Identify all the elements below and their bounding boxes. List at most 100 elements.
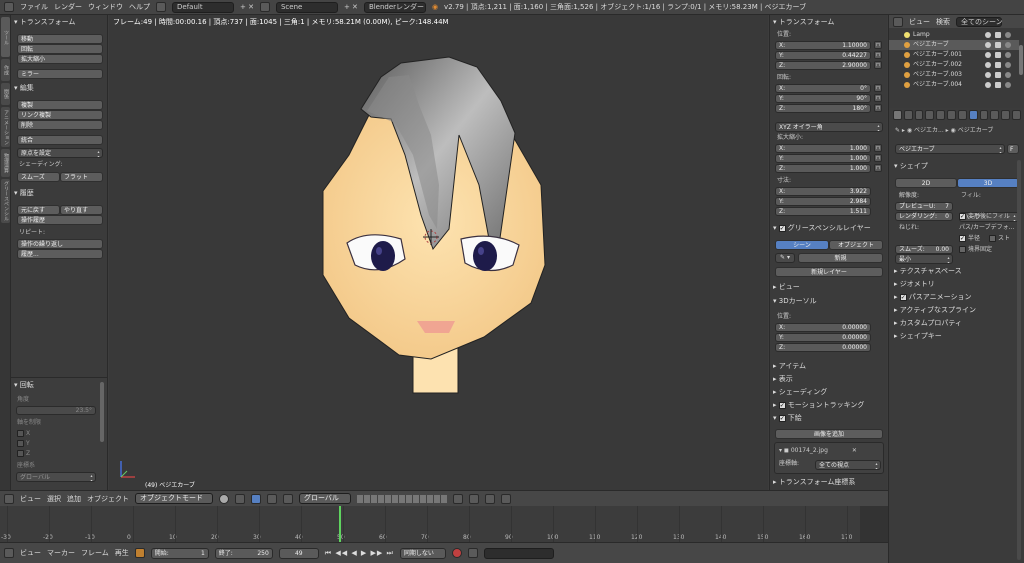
marker-menu[interactable]: マーカー — [47, 548, 75, 558]
undo-history-button[interactable]: 操作履歴 — [17, 215, 103, 225]
lock-icon[interactable]: ⊓ — [874, 104, 882, 112]
timeline-playhead[interactable] — [338, 506, 341, 542]
panel-header-1[interactable]: ▸ ジオメトリ — [891, 278, 1021, 291]
angle-field[interactable]: 23.5° — [16, 406, 96, 415]
cursor-y-field[interactable]: Y: 0.00000 — [775, 333, 871, 342]
stretch-checkbox[interactable]: スト — [989, 234, 1010, 244]
playback-menu[interactable]: 再生 — [115, 548, 129, 558]
transform-orientation-header[interactable]: ▸ トランスフォーム座標系 — [770, 476, 855, 488]
menu-render[interactable]: レンダー — [54, 2, 82, 12]
mirror-button[interactable]: ミラー — [17, 69, 103, 79]
3d-cursor-panel-header[interactable]: ▾ 3Dカーソル — [770, 295, 817, 307]
playback-controls-icon[interactable]: ⏮ ◀◀ ◀ ▶ ▶▶ ⏭ — [325, 549, 394, 558]
render-camera-icon[interactable] — [1005, 52, 1011, 58]
twist-method-dropdown[interactable]: 最小 — [895, 254, 953, 264]
shape-panel-header[interactable]: ▾ シェイプ — [891, 160, 928, 172]
view-panel-header[interactable]: ▸ ビュー — [770, 281, 800, 293]
constraints-tab-icon[interactable] — [947, 110, 956, 120]
3d-viewport[interactable]: フレーム:49 | 時間:00:00.16 | 頂点:737 | 面:1045 … — [109, 15, 768, 490]
render-preview-icon[interactable] — [501, 493, 511, 504]
lock-icon[interactable]: ⊓ — [874, 94, 882, 102]
scale-button[interactable]: 拡大縮小 — [17, 54, 103, 64]
panel-header-2[interactable]: ▸ ✓ パスアニメーション — [891, 291, 1021, 304]
selectability-arrow-icon[interactable] — [995, 42, 1001, 48]
translate-manipulator-icon[interactable] — [267, 493, 277, 504]
selectability-arrow-icon[interactable] — [995, 82, 1001, 88]
add-image-button[interactable]: 画像を追加 — [775, 429, 883, 439]
bounds-clamp-checkbox[interactable]: 境界固定 — [959, 245, 992, 255]
viewport-shading-icon[interactable] — [219, 493, 229, 504]
current-frame-field[interactable]: 49 — [278, 547, 319, 559]
tab-create[interactable]: 作成 — [1, 59, 10, 81]
layout-add-icon[interactable]: + ✕ — [240, 3, 254, 11]
render-camera-icon[interactable] — [1005, 82, 1011, 88]
outliner-filter-dropdown[interactable]: 全てのシーン — [956, 16, 1003, 27]
item-panel-header[interactable]: ▸ アイテム — [770, 360, 806, 372]
manipulator-icon[interactable] — [251, 493, 261, 504]
preview-resolution-field[interactable]: プレビューU: 7 — [895, 202, 953, 211]
physics-tab-icon[interactable] — [1012, 110, 1021, 120]
repeat-last-button[interactable]: 操作の繰り返し — [17, 239, 103, 249]
fake-user-button[interactable]: F — [1007, 144, 1019, 154]
gp-new-button[interactable]: 新規 — [798, 253, 883, 263]
sync-mode-dropdown[interactable]: 同期しない — [399, 547, 446, 559]
outliner-scrollbar[interactable] — [1019, 45, 1023, 75]
rotation-mode-dropdown[interactable]: XYZ オイラー角 — [775, 122, 883, 132]
layers-tab-icon[interactable] — [903, 110, 913, 120]
rotate-button[interactable]: 回転 — [17, 44, 103, 54]
selectability-arrow-icon[interactable] — [995, 52, 1001, 58]
scene-field[interactable]: Scene — [275, 1, 338, 13]
fill-deformed-checkbox[interactable]: ✓ 変形後にフィル — [959, 212, 1010, 222]
shade-flat-button[interactable]: フラット — [60, 172, 103, 182]
lock-icon[interactable]: ⊓ — [874, 164, 882, 172]
visibility-eye-icon[interactable] — [985, 72, 991, 78]
layer-buttons[interactable] — [357, 494, 447, 503]
visibility-eye-icon[interactable] — [985, 32, 991, 38]
join-button[interactable]: 統合 — [17, 135, 103, 145]
tab-relations[interactable]: 関係 — [1, 83, 10, 105]
editor-type-icon[interactable] — [4, 2, 14, 12]
tab-physics[interactable]: 物理演算 — [1, 149, 10, 177]
interaction-mode-dropdown[interactable]: オブジェクトモード — [135, 493, 213, 504]
lock-icon[interactable]: ⊓ — [874, 41, 882, 49]
background-image-name[interactable]: ▾ ◼ 00174_2.jpg ✕ — [779, 446, 857, 456]
object-menu[interactable]: オブジェクト — [87, 494, 129, 504]
lock-icon[interactable]: ⊓ — [874, 144, 882, 152]
repeat-history-button[interactable]: 履歴... — [17, 249, 103, 259]
rotation-x-field[interactable]: X: 0° — [775, 84, 871, 93]
menu-window[interactable]: ウィンドウ — [88, 2, 123, 12]
world-tab-icon[interactable] — [925, 110, 935, 120]
record-icon[interactable] — [451, 548, 462, 558]
outliner-item-lamp[interactable]: Lamp — [889, 30, 1019, 40]
display-panel-header[interactable]: ▸ 表示 — [770, 373, 793, 385]
render-camera-icon[interactable] — [1005, 62, 1011, 68]
location-z-field[interactable]: Z: 2.90000 — [775, 61, 871, 70]
end-frame-field[interactable]: 終了: 250 — [214, 547, 273, 559]
gp-scene-tab[interactable]: シーン — [775, 240, 829, 250]
history-panel-header[interactable]: ▾ 履歴 — [11, 187, 34, 199]
keying-set-icon[interactable] — [467, 548, 478, 558]
visibility-eye-icon[interactable] — [985, 82, 991, 88]
pivot-point-icon[interactable] — [235, 493, 245, 504]
undo-button[interactable]: 元に戻す — [17, 205, 60, 215]
outliner-item-curve[interactable]: ベジエカーブ — [889, 40, 1019, 50]
shading-panel-header[interactable]: ▸ シェーディング — [770, 386, 827, 398]
rotate-manipulator-icon[interactable] — [283, 493, 293, 504]
texture-tab-icon[interactable] — [990, 110, 1000, 120]
view-menu[interactable]: ビュー — [20, 494, 41, 504]
modifiers-tab-icon[interactable] — [957, 110, 967, 120]
dimension-z-field[interactable]: Z: 1.511 — [775, 207, 871, 216]
render-camera-icon[interactable] — [1005, 32, 1011, 38]
menu-file[interactable]: ファイル — [20, 2, 48, 12]
properties-scrollbar[interactable] — [1017, 160, 1021, 560]
visibility-eye-icon[interactable] — [985, 42, 991, 48]
axis-x-checkbox[interactable]: X — [17, 429, 30, 439]
operator-panel-header[interactable]: ▾ 回転 — [11, 379, 34, 391]
render-resolution-field[interactable]: レンダリング: 0 — [895, 212, 953, 221]
transform-header[interactable]: ▾ トランスフォーム — [770, 16, 834, 28]
gp-new-layer-button[interactable]: 新規レイヤー — [775, 267, 883, 277]
duplicate-linked-button[interactable]: リンク複製 — [17, 110, 103, 120]
render-tab-icon[interactable] — [893, 110, 902, 120]
curve-data-tab-icon[interactable] — [968, 110, 978, 120]
timeline-view-menu[interactable]: ビュー — [20, 548, 41, 558]
